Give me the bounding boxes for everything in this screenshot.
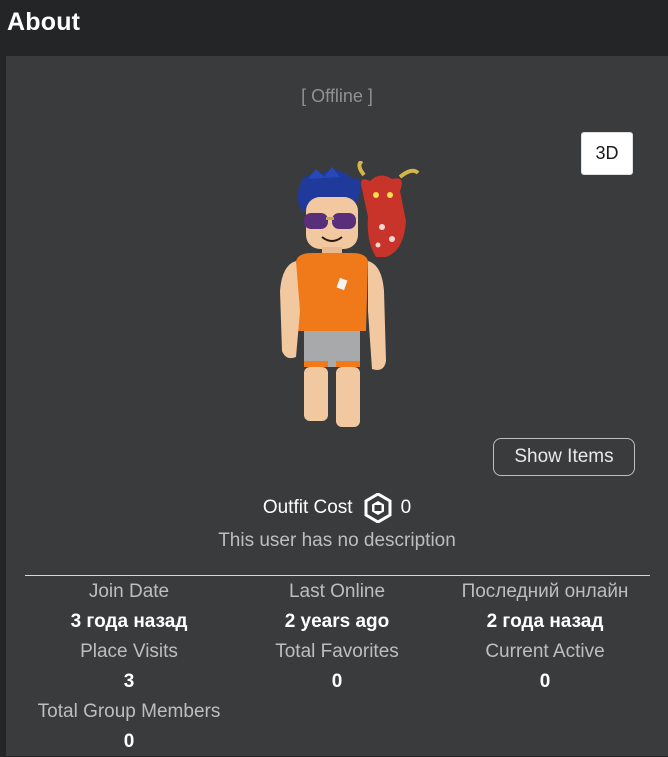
section-title: About <box>7 8 81 36</box>
stat-value: 0 <box>539 671 551 692</box>
show-items-button[interactable]: Show Items <box>493 438 635 476</box>
stat-place-visits: Place Visits 3 <box>25 637 233 697</box>
toggle-3d-button[interactable]: 3D <box>581 132 633 175</box>
outfit-cost-value: 0 <box>400 497 412 518</box>
stat-value: 2 years ago <box>284 611 390 632</box>
stat-label: Join Date <box>88 581 170 602</box>
stat-label: Current Active <box>485 641 605 662</box>
stat-value: 3 года назад <box>70 611 188 632</box>
stat-current-active: Current Active 0 <box>441 637 649 697</box>
outfit-cost-row: Outfit Cost 0 <box>6 493 668 523</box>
avatar-image <box>280 161 420 427</box>
stat-label: Total Group Members <box>37 701 221 722</box>
stat-last-online-ru: Последний онлайн 2 года назад <box>441 577 649 637</box>
stat-value: 3 <box>123 671 135 692</box>
stat-total-favorites: Total Favorites 0 <box>233 637 441 697</box>
stat-value: 0 <box>331 671 343 692</box>
about-header: About <box>0 0 668 56</box>
stat-label: Последний онлайн <box>461 581 629 602</box>
stat-value: 2 года назад <box>486 611 604 632</box>
presence-status: [ Offline ] <box>301 86 373 106</box>
stats-divider <box>25 575 650 576</box>
stat-join-date: Join Date 3 года назад <box>25 577 233 637</box>
outfit-cost-label: Outfit Cost <box>262 497 353 518</box>
stat-value: 0 <box>123 731 135 752</box>
stat-label: Total Favorites <box>275 641 399 662</box>
robux-icon <box>364 493 392 523</box>
stat-last-online: Last Online 2 years ago <box>233 577 441 637</box>
stat-total-group-members: Total Group Members 0 <box>25 697 233 757</box>
about-panel: [ Offline ] 3D Show Items Outfit Cost 0 … <box>6 56 668 756</box>
stat-label: Place Visits <box>80 641 178 662</box>
stat-label: Last Online <box>288 581 386 602</box>
profile-description: This user has no description <box>218 530 456 551</box>
